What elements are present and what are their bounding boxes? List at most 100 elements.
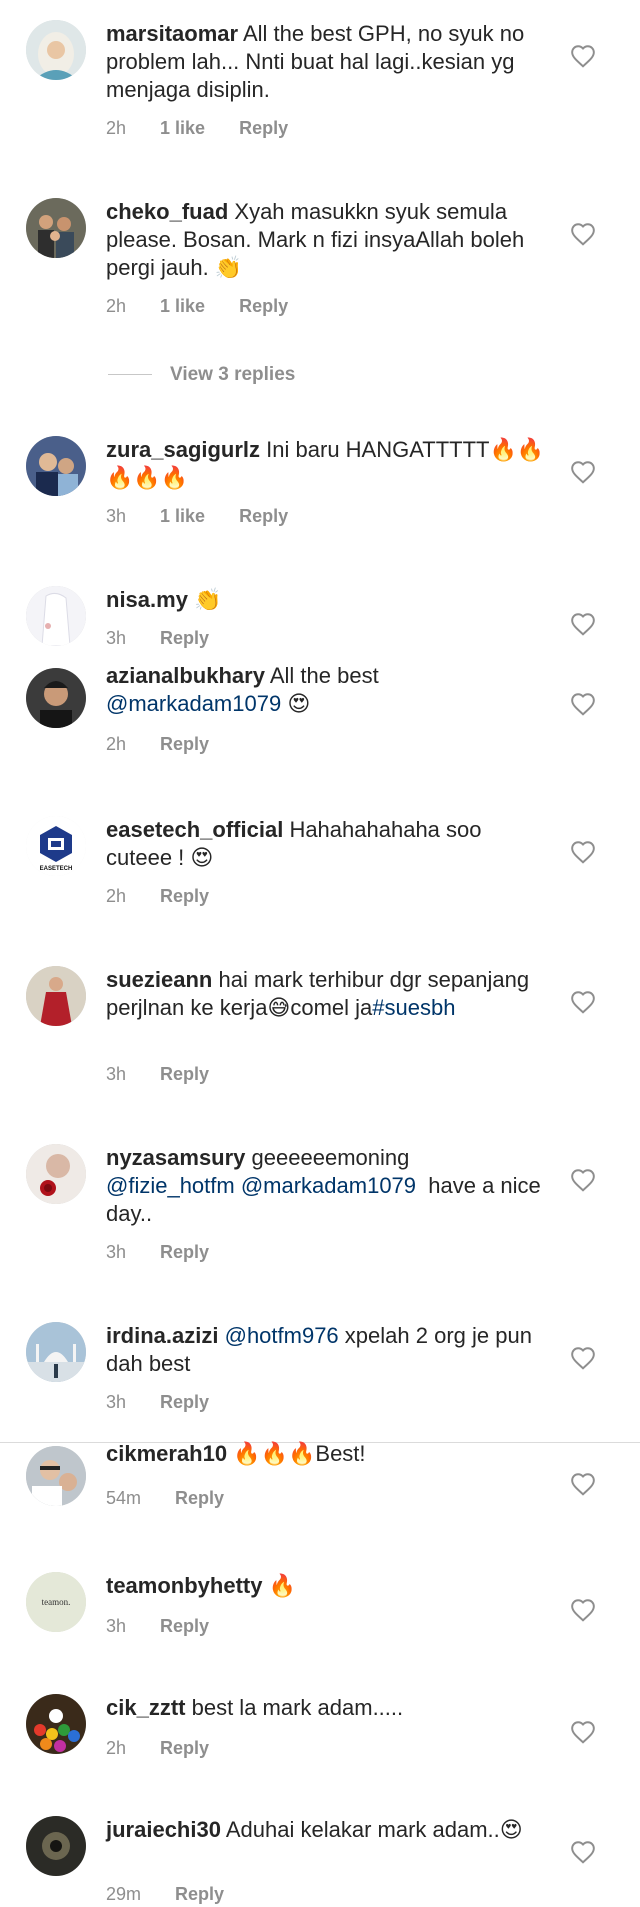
comment-username[interactable]: cheko_fuad <box>106 199 228 224</box>
avatar[interactable] <box>26 436 86 496</box>
comment-meta: 29m Reply <box>106 1882 258 1906</box>
reply-button[interactable]: Reply <box>160 1616 209 1636</box>
comment-body-tail: 😍 <box>281 691 311 716</box>
comment-username[interactable]: nyzasamsury <box>106 1145 245 1170</box>
heart-icon[interactable] <box>570 990 596 1014</box>
comment-meta: 2h 1 like Reply <box>106 116 322 140</box>
heart-icon[interactable] <box>570 612 596 636</box>
avatar[interactable] <box>26 1144 86 1204</box>
easetech-logo-text: EASETECH <box>40 866 73 872</box>
comment-likes[interactable]: 1 like <box>160 296 205 316</box>
heart-icon[interactable] <box>570 1346 596 1370</box>
comment-time: 2h <box>106 886 127 906</box>
reply-button[interactable]: Reply <box>160 1242 209 1262</box>
heart-icon[interactable] <box>570 1720 596 1744</box>
reply-button[interactable]: Reply <box>160 1738 209 1758</box>
reply-button[interactable]: Reply <box>239 296 288 316</box>
comment-hashtag[interactable]: #suesbh <box>372 995 455 1020</box>
reply-button[interactable]: Reply <box>239 506 288 526</box>
reply-button[interactable]: Reply <box>160 886 209 906</box>
comment-text: azianalbukhary All the best @markadam107… <box>106 662 546 718</box>
heart-icon[interactable] <box>570 1472 596 1496</box>
comment-body: 🔥 <box>268 1573 297 1598</box>
comment-username[interactable]: zura_sagigurlz <box>106 437 260 462</box>
comment-time: 3h <box>106 1616 127 1636</box>
easetech-logo-icon: EASETECH <box>26 816 86 876</box>
comment-body: best la mark adam..... <box>191 1695 404 1720</box>
reply-button[interactable]: Reply <box>160 734 209 754</box>
hijab-woman-icon <box>26 20 86 80</box>
comment-username[interactable]: irdina.azizi <box>106 1323 218 1348</box>
comment-username[interactable]: marsitaomar <box>106 21 238 46</box>
avatar[interactable]: EASETECH <box>26 816 86 876</box>
comment-text: suezieann hai mark terhibur dgr sepanjan… <box>106 966 546 1022</box>
heart-icon[interactable] <box>570 222 596 246</box>
heart-icon[interactable] <box>570 1168 596 1192</box>
avatar[interactable] <box>26 668 86 728</box>
avatar[interactable] <box>26 1446 86 1506</box>
reply-button[interactable]: Reply <box>175 1488 224 1508</box>
red-dress-icon <box>26 966 86 1026</box>
view-replies-label: View 3 replies <box>170 364 296 385</box>
heart-icon[interactable] <box>570 692 596 716</box>
reply-button[interactable]: Reply <box>160 628 209 648</box>
reply-button[interactable]: Reply <box>160 1064 209 1084</box>
reply-button[interactable]: Reply <box>175 1884 224 1904</box>
comment-mention[interactable]: @fizie_hotfm @markadam1079 <box>106 1173 416 1198</box>
family-icon <box>26 198 86 258</box>
avatar[interactable] <box>26 966 86 1026</box>
comment-time: 2h <box>106 1738 127 1758</box>
reply-button[interactable]: Reply <box>160 1392 209 1412</box>
couple-icon <box>26 436 86 496</box>
heart-icon[interactable] <box>570 44 596 68</box>
comment-username[interactable]: easetech_official <box>106 817 283 842</box>
avatar[interactable] <box>26 198 86 258</box>
comment-text: nisa.my 👏 <box>106 586 546 614</box>
avatar[interactable] <box>26 20 86 80</box>
avatar[interactable] <box>26 586 86 646</box>
comment-mention[interactable]: @markadam1079 <box>106 691 281 716</box>
comment-username[interactable]: suezieann <box>106 967 212 992</box>
comment-body: geeeeeemoning <box>251 1145 410 1170</box>
avatar[interactable] <box>26 1694 86 1754</box>
comment-meta: 3h Reply <box>106 1240 243 1264</box>
comment-text: cik_zztt best la mark adam..... <box>106 1694 546 1722</box>
selfie-icon <box>26 1446 86 1506</box>
comment-username[interactable]: azianalbukhary <box>106 663 265 688</box>
comment-username[interactable]: cikmerah10 <box>106 1441 227 1466</box>
comment-meta: 3h Reply <box>106 626 243 650</box>
comment-username[interactable]: nisa.my <box>106 587 188 612</box>
comment-body: All the best <box>269 663 379 688</box>
comment-meta: 2h Reply <box>106 732 243 756</box>
teamon-logo-text: teamon. <box>42 1597 71 1607</box>
rose-icon <box>26 1144 86 1204</box>
view-replies-button[interactable]: View 3 replies <box>108 364 295 386</box>
comment-meta: 2h Reply <box>106 884 243 908</box>
comment-body: Aduhai kelakar mark adam..😍 <box>225 1817 523 1842</box>
teamon-logo-icon: teamon. <box>26 1572 86 1632</box>
comment-text: zura_sagigurlz Ini baru HANGATTTTT🔥🔥🔥🔥🔥 <box>106 436 546 492</box>
comment-username[interactable]: teamonbyhetty <box>106 1573 262 1598</box>
comment-username[interactable]: juraiechi30 <box>106 1817 221 1842</box>
heart-icon[interactable] <box>570 840 596 864</box>
comment-meta: 2h 1 like Reply <box>106 294 322 318</box>
avatar[interactable] <box>26 1322 86 1382</box>
comment-text: irdina.azizi @hotfm976 xpelah 2 org je p… <box>106 1322 546 1378</box>
comment-meta: 2h Reply <box>106 1736 243 1760</box>
comment-meta: 3h 1 like Reply <box>106 504 322 528</box>
comment-time: 54m <box>106 1488 142 1508</box>
comment-username[interactable]: cik_zztt <box>106 1695 185 1720</box>
comment-time: 3h <box>106 1064 127 1084</box>
heart-icon[interactable] <box>570 1840 596 1864</box>
comment-time: 3h <box>106 628 127 648</box>
comment-likes[interactable]: 1 like <box>160 118 205 138</box>
heart-icon[interactable] <box>570 1598 596 1622</box>
reply-button[interactable]: Reply <box>239 118 288 138</box>
heart-icon[interactable] <box>570 460 596 484</box>
dark-avatar-icon <box>26 1816 86 1876</box>
comment-body: 🔥🔥🔥Best! <box>233 1441 366 1466</box>
avatar[interactable]: teamon. <box>26 1572 86 1632</box>
avatar[interactable] <box>26 1816 86 1876</box>
comment-likes[interactable]: 1 like <box>160 506 205 526</box>
comment-mention[interactable]: @hotfm976 <box>225 1323 339 1348</box>
